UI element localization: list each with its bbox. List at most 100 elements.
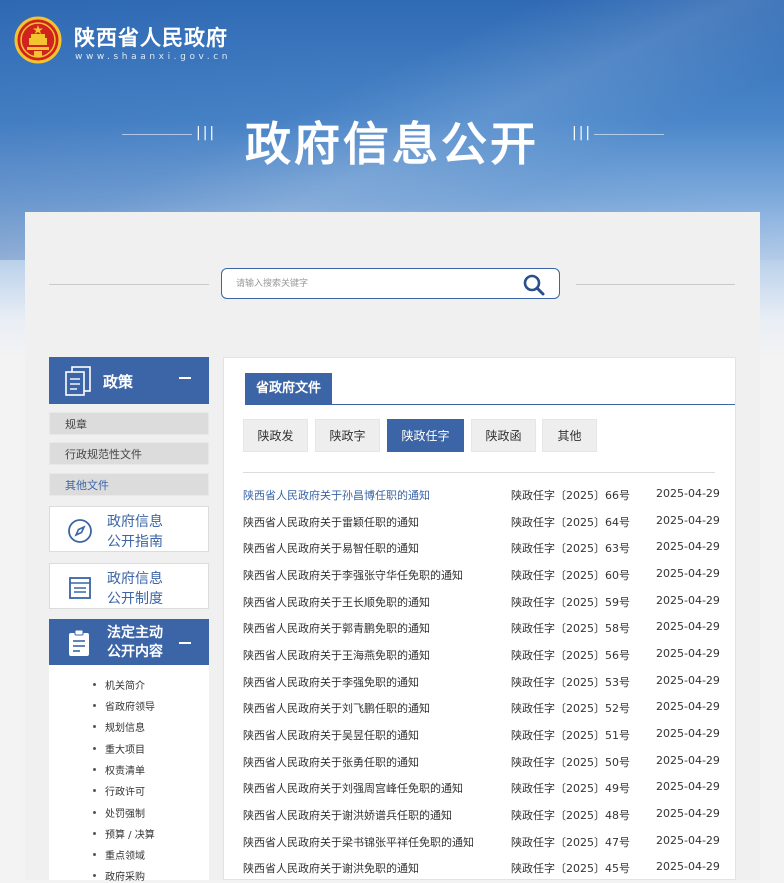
search-divider-left bbox=[49, 284, 209, 285]
national-emblem-icon[interactable] bbox=[14, 16, 62, 64]
sidebar-link-major-projects[interactable]: 重大项目 bbox=[93, 741, 145, 756]
sidebar-guide-line2: 公开指南 bbox=[107, 534, 163, 550]
list-document-icon bbox=[69, 577, 91, 599]
doc-date: 2025-04-29 bbox=[656, 754, 720, 767]
doc-title[interactable]: 陕西省人民政府关于梁书锦张平祥任免职的通知 bbox=[243, 834, 474, 850]
doc-number: 陕政任字〔2025〕63号 bbox=[511, 542, 630, 555]
table-row[interactable]: 陕西省人民政府关于谢洪娇谱兵任职的通知 陕政任字〔2025〕48号 2025-0… bbox=[243, 807, 720, 825]
sidebar-link-leaders[interactable]: 省政府领导 bbox=[93, 698, 155, 713]
collapse-icon[interactable] bbox=[179, 642, 191, 644]
doc-number: 陕政任字〔2025〕53号 bbox=[511, 676, 630, 689]
doc-date: 2025-04-29 bbox=[656, 807, 720, 820]
doc-number: 陕政任字〔2025〕52号 bbox=[511, 702, 630, 715]
sidebar-section-statutory[interactable]: 法定主动 公开内容 bbox=[49, 619, 209, 665]
table-row[interactable]: 陕西省人民政府关于刘强周宫峰任免职的通知 陕政任字〔2025〕49号 2025-… bbox=[243, 780, 720, 798]
doc-date: 2025-04-29 bbox=[656, 540, 720, 553]
table-row[interactable]: 陕西省人民政府关于梁书锦张平祥任免职的通知 陕政任字〔2025〕47号 2025… bbox=[243, 834, 720, 852]
doc-title[interactable]: 陕西省人民政府关于李强免职的通知 bbox=[243, 674, 419, 690]
sidebar-guide-line1: 政府信息 bbox=[107, 514, 163, 530]
doc-date: 2025-04-29 bbox=[656, 674, 720, 687]
clipboard-icon bbox=[69, 629, 89, 656]
sidebar-statutory-line1: 法定主动 bbox=[107, 625, 163, 641]
doc-date: 2025-04-29 bbox=[656, 834, 720, 847]
doc-number: 陕政任字〔2025〕45号 bbox=[511, 862, 630, 875]
doc-date: 2025-04-29 bbox=[656, 487, 720, 500]
table-row[interactable]: 陕西省人民政府关于张勇任职的通知 陕政任字〔2025〕50号 2025-04-2… bbox=[243, 754, 720, 772]
filter-shaanzhengrenzi[interactable]: 陕政任字 bbox=[387, 419, 464, 452]
table-row[interactable]: 陕西省人民政府关于吴昱任职的通知 陕政任字〔2025〕51号 2025-04-2… bbox=[243, 727, 720, 745]
doc-number: 陕政任字〔2025〕51号 bbox=[511, 729, 630, 742]
doc-number: 陕政任字〔2025〕66号 bbox=[511, 489, 630, 502]
filter-shaanzhenghan[interactable]: 陕政函 bbox=[471, 419, 536, 452]
doc-title[interactable]: 陕西省人民政府关于刘飞鹏任职的通知 bbox=[243, 700, 430, 716]
doc-date: 2025-04-29 bbox=[656, 700, 720, 713]
sidebar-link-agency-intro[interactable]: 机关简介 bbox=[93, 677, 145, 692]
list-divider bbox=[243, 472, 715, 473]
filter-shaanzhengzi[interactable]: 陕政字 bbox=[315, 419, 380, 452]
table-row[interactable]: 陕西省人民政府关于刘飞鹏任职的通知 陕政任字〔2025〕52号 2025-04-… bbox=[243, 700, 720, 718]
sidebar-policy-title: 政策 bbox=[103, 373, 134, 391]
sidebar-link-planning[interactable]: 规划信息 bbox=[93, 719, 145, 734]
banner-deco-line-right bbox=[594, 134, 664, 135]
sidebar-guide-label: 政府信息 公开指南 bbox=[107, 512, 197, 552]
sidebar-system-label: 政府信息 公开制度 bbox=[107, 569, 197, 609]
search-icon[interactable] bbox=[522, 273, 546, 297]
doc-title[interactable]: 陕西省人民政府关于雷颖任职的通知 bbox=[243, 514, 419, 530]
filter-shaanzhengfa[interactable]: 陕政发 bbox=[243, 419, 308, 452]
table-row[interactable]: 陕西省人民政府关于易智任职的通知 陕政任字〔2025〕63号 2025-04-2… bbox=[243, 540, 720, 558]
doc-date: 2025-04-29 bbox=[656, 647, 720, 660]
doc-date: 2025-04-29 bbox=[656, 727, 720, 740]
doc-title[interactable]: 陕西省人民政府关于谢洪免职的通知 bbox=[243, 860, 419, 876]
doc-number: 陕政任字〔2025〕48号 bbox=[511, 809, 630, 822]
sidebar-link-procurement[interactable]: 政府采购 bbox=[93, 868, 145, 883]
table-row[interactable]: 陕西省人民政府关于郭青鹏免职的通知 陕政任字〔2025〕58号 2025-04-… bbox=[243, 620, 720, 638]
sidebar-link-key-areas[interactable]: 重点领域 bbox=[93, 847, 145, 862]
doc-date: 2025-04-29 bbox=[656, 567, 720, 580]
table-row[interactable]: 陕西省人民政府关于李强张守华任免职的通知 陕政任字〔2025〕60号 2025-… bbox=[243, 567, 720, 585]
doc-number: 陕政任字〔2025〕49号 bbox=[511, 782, 630, 795]
sidebar-box-system[interactable]: 政府信息 公开制度 bbox=[49, 563, 209, 609]
search-input[interactable] bbox=[236, 276, 506, 292]
sidebar-link-admin-permits[interactable]: 行政许可 bbox=[93, 783, 145, 798]
table-row[interactable]: 陕西省人民政府关于谢洪免职的通知 陕政任字〔2025〕45号 2025-04-2… bbox=[243, 860, 720, 878]
doc-title[interactable]: 陕西省人民政府关于张勇任职的通知 bbox=[243, 754, 419, 770]
doc-title[interactable]: 陕西省人民政府关于刘强周宫峰任免职的通知 bbox=[243, 780, 463, 796]
doc-number: 陕政任字〔2025〕47号 bbox=[511, 836, 630, 849]
table-row[interactable]: 陕西省人民政府关于雷颖任职的通知 陕政任字〔2025〕64号 2025-04-2… bbox=[243, 514, 720, 532]
table-row[interactable]: 陕西省人民政府关于孙昌博任职的通知 陕政任字〔2025〕66号 2025-04-… bbox=[243, 487, 720, 505]
doc-number: 陕政任字〔2025〕64号 bbox=[511, 516, 630, 529]
doc-title[interactable]: 陕西省人民政府关于孙昌博任职的通知 bbox=[243, 487, 430, 503]
sidebar-link-budget[interactable]: 预算 / 决算 bbox=[93, 826, 155, 841]
sidebar-system-line1: 政府信息 bbox=[107, 571, 163, 587]
sidebar-section-policy[interactable]: 政策 bbox=[49, 357, 209, 404]
doc-title[interactable]: 陕西省人民政府关于王海燕免职的通知 bbox=[243, 647, 430, 663]
sidebar-link-powers-list[interactable]: 权责清单 bbox=[93, 762, 145, 777]
sidebar-link-penalties[interactable]: 处罚强制 bbox=[93, 805, 145, 820]
doc-title[interactable]: 陕西省人民政府关于易智任职的通知 bbox=[243, 540, 419, 556]
tab-provincial-docs[interactable]: 省政府文件 bbox=[245, 373, 332, 405]
sidebar-item-normative-docs[interactable]: 行政规范性文件 bbox=[49, 442, 209, 465]
table-row[interactable]: 陕西省人民政府关于王长顺免职的通知 陕政任字〔2025〕59号 2025-04-… bbox=[243, 594, 720, 612]
sidebar-box-guide[interactable]: 政府信息 公开指南 bbox=[49, 506, 209, 552]
sidebar-item-rules[interactable]: 规章 bbox=[49, 412, 209, 435]
collapse-icon[interactable] bbox=[179, 377, 191, 379]
document-stack-icon bbox=[65, 366, 91, 396]
doc-title[interactable]: 陕西省人民政府关于郭青鹏免职的通知 bbox=[243, 620, 430, 636]
table-row[interactable]: 陕西省人民政府关于李强免职的通知 陕政任字〔2025〕53号 2025-04-2… bbox=[243, 674, 720, 692]
doc-title[interactable]: 陕西省人民政府关于李强张守华任免职的通知 bbox=[243, 567, 463, 583]
sidebar-item-other-docs[interactable]: 其他文件 bbox=[49, 473, 209, 496]
doc-title[interactable]: 陕西省人民政府关于谢洪娇谱兵任职的通知 bbox=[243, 807, 452, 823]
filter-other[interactable]: 其他 bbox=[542, 419, 597, 452]
doc-number: 陕政任字〔2025〕60号 bbox=[511, 569, 630, 582]
doc-date: 2025-04-29 bbox=[656, 514, 720, 527]
doc-title[interactable]: 陕西省人民政府关于吴昱任职的通知 bbox=[243, 727, 419, 743]
doc-number: 陕政任字〔2025〕59号 bbox=[511, 596, 630, 609]
table-row[interactable]: 陕西省人民政府关于王海燕免职的通知 陕政任字〔2025〕56号 2025-04-… bbox=[243, 647, 720, 665]
doc-number: 陕政任字〔2025〕58号 bbox=[511, 622, 630, 635]
search-box bbox=[221, 268, 560, 299]
doc-date: 2025-04-29 bbox=[656, 594, 720, 607]
doc-number: 陕政任字〔2025〕50号 bbox=[511, 756, 630, 769]
search-divider-right bbox=[576, 284, 735, 285]
site-name[interactable]: 陕西省人民政府 bbox=[74, 22, 228, 52]
doc-title[interactable]: 陕西省人民政府关于王长顺免职的通知 bbox=[243, 594, 430, 610]
